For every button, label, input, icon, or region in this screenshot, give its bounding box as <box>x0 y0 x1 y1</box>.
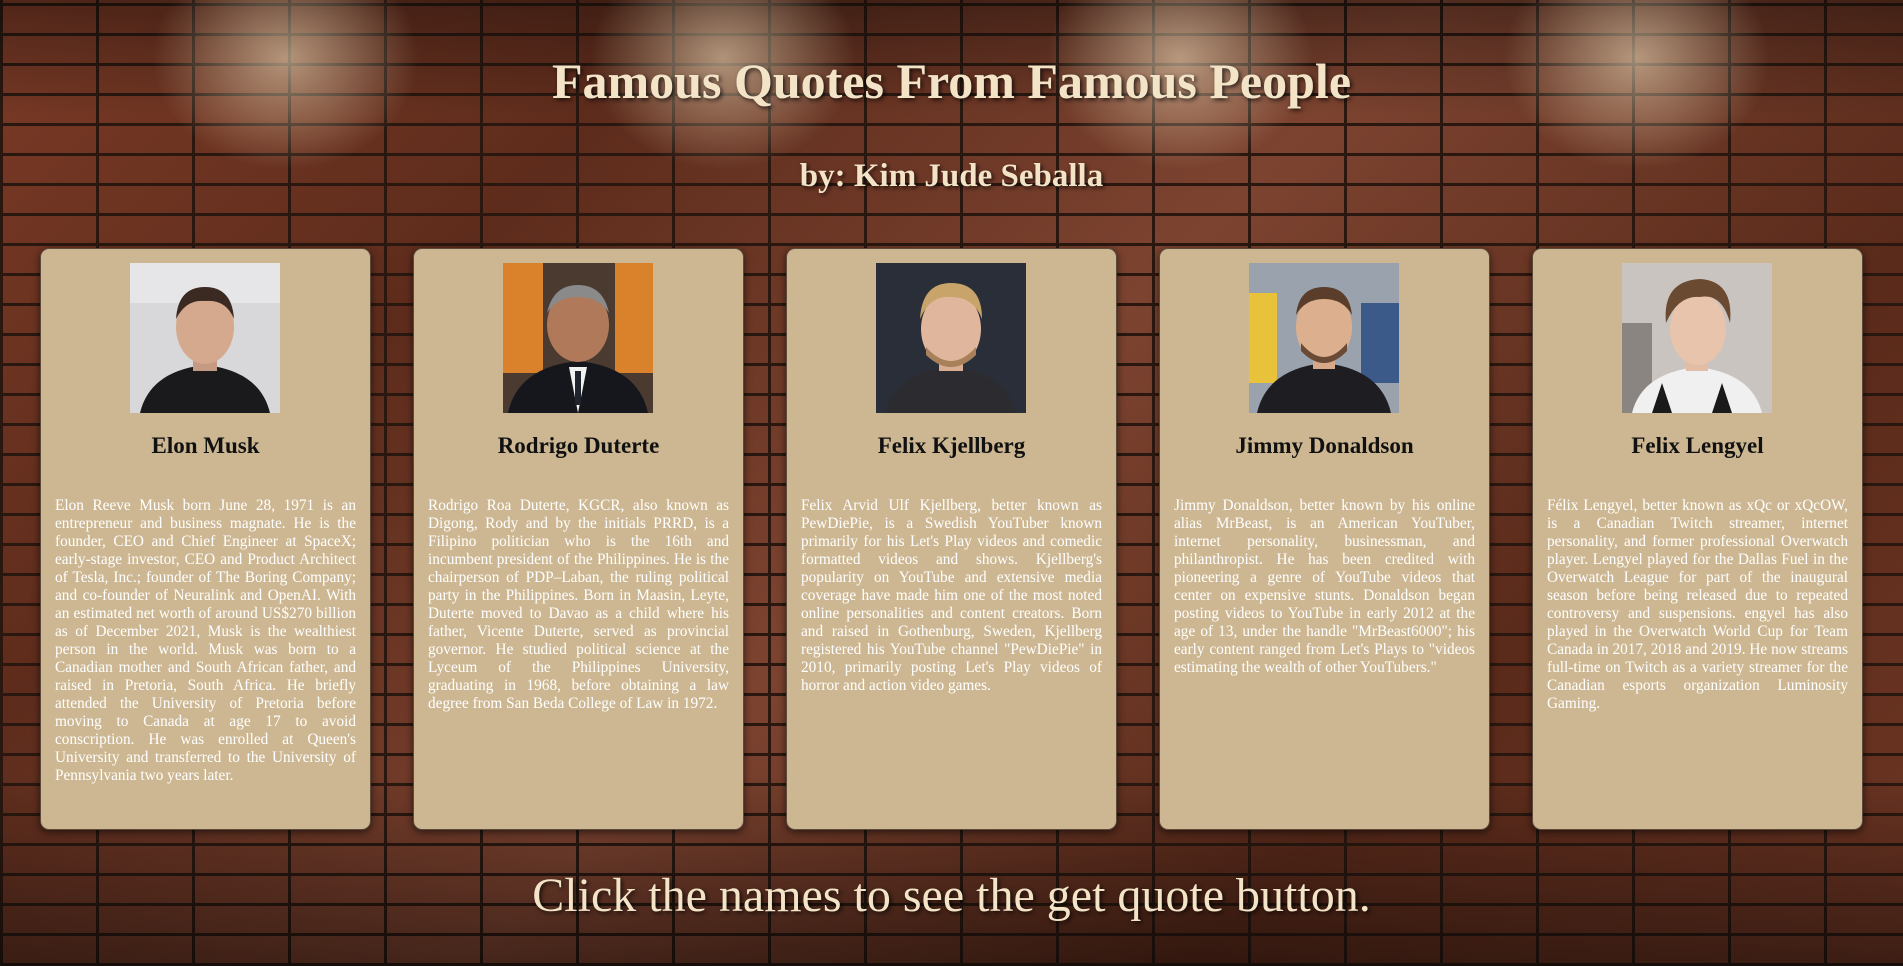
person-name[interactable]: Felix Kjellberg <box>787 433 1116 459</box>
person-name[interactable]: Felix Lengyel <box>1533 433 1862 459</box>
person-card-felix-kjellberg[interactable]: Felix Kjellberg Felix Arvid Ulf Kjellber… <box>786 248 1117 830</box>
portrait-photo <box>1249 263 1399 413</box>
person-card-jimmy-donaldson[interactable]: Jimmy Donaldson Jimmy Donaldson, better … <box>1159 248 1490 830</box>
page-title: Famous Quotes From Famous People <box>551 53 1352 109</box>
portrait-photo <box>1622 263 1772 413</box>
portrait-photo <box>130 263 280 413</box>
person-card-rodrigo-duterte[interactable]: Rodrigo Duterte Rodrigo Roa Duterte, KGC… <box>413 248 744 830</box>
person-name[interactable]: Elon Musk <box>41 433 370 459</box>
instruction-text: Click the names to see the get quote but… <box>532 869 1371 922</box>
person-bio: Rodrigo Roa Duterte, KGCR, also known as… <box>428 497 729 712</box>
person-bio: Felix Arvid Ulf Kjellberg, better known … <box>801 497 1102 694</box>
person-card-felix-lengyel[interactable]: Felix Lengyel Félix Lengyel, better know… <box>1532 248 1863 830</box>
portrait-photo <box>876 263 1026 413</box>
person-name[interactable]: Rodrigo Duterte <box>414 433 743 459</box>
cards-row: Elon Musk Elon Reeve Musk born June 28, … <box>40 248 1863 830</box>
person-card-elon-musk[interactable]: Elon Musk Elon Reeve Musk born June 28, … <box>40 248 371 830</box>
portrait-photo <box>503 263 653 413</box>
person-bio: Elon Reeve Musk born June 28, 1971 is an… <box>55 497 356 784</box>
person-bio: Jimmy Donaldson, better known by his onl… <box>1174 497 1475 676</box>
person-bio: Félix Lengyel, better known as xQc or xQ… <box>1547 497 1848 712</box>
page-subtitle: by: Kim Jude Seballa <box>799 158 1104 194</box>
person-name[interactable]: Jimmy Donaldson <box>1160 433 1489 459</box>
